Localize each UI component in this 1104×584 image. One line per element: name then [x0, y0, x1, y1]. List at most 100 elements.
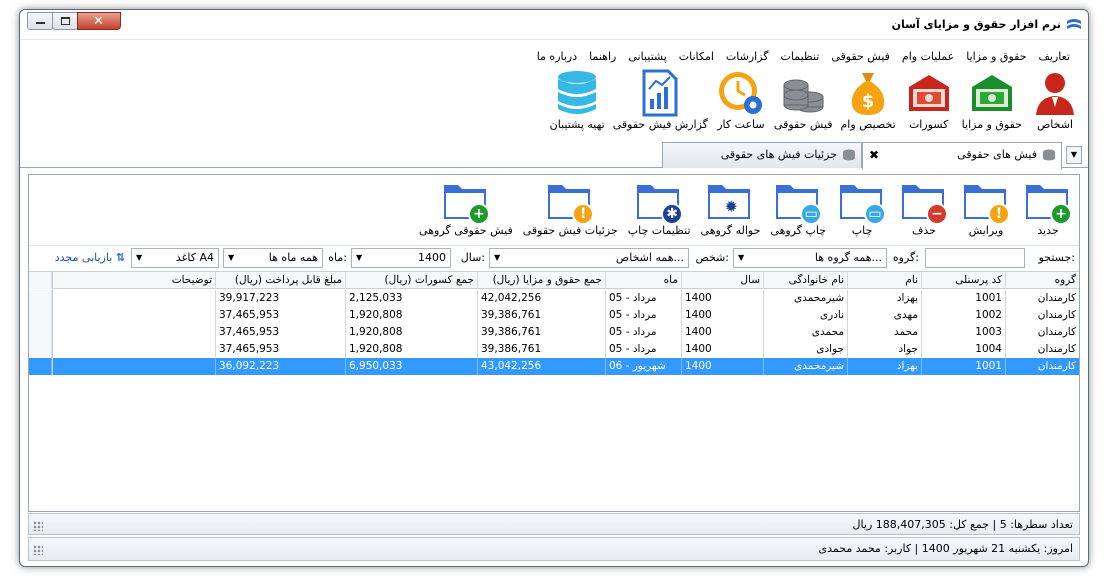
table-cell: 43,042,256 [477, 358, 605, 375]
ribbon-toolbar: اشخاص حقوق و مزایا کسورات $ تخصیص وام فی… [548, 68, 1082, 138]
menu-salary[interactable]: حقوق و مزایا [960, 48, 1032, 66]
table-cell: 05 - مرداد [605, 341, 681, 358]
row-header[interactable] [29, 358, 53, 375]
today-user-text: امروز: یکشنبه 21 شهریور 1400 | کاربر: مح… [818, 542, 1073, 555]
month-select[interactable]: ▼ همه ماه ها [223, 248, 323, 268]
close-button[interactable]: ✕ [77, 12, 121, 30]
toolbar-button-4[interactable]: ▭ چاپ گروهی [767, 179, 829, 241]
person-select[interactable]: ▼ همه اشخاص... [489, 248, 689, 268]
table-cell: 1400 [681, 358, 763, 375]
maximize-button[interactable] [52, 12, 78, 30]
menu-loan[interactable]: عملیات وام [896, 48, 960, 66]
panel-toolbar: + جدید! ویرایش − حذف ▭ چاپ ▭ چاپ گروهی ✹ حواله گرو… [416, 179, 1077, 241]
warning-icon: ! [988, 203, 1010, 225]
table-cell: 37,465,953 [215, 341, 345, 358]
column-header[interactable]: توضیحات [51, 272, 215, 289]
ribbon-loan-button[interactable]: $ تخصیص وام [839, 68, 898, 138]
table-cell: 06 - شهریور [605, 358, 681, 375]
column-header[interactable]: جمع حقوق و مزایا (ریال) [477, 272, 605, 289]
toolbar-button-label: چاپ [851, 224, 873, 237]
ribbon-deductions-button[interactable]: کسورات [902, 68, 956, 138]
table-cell: 36,092,223 [215, 358, 345, 375]
row-header[interactable] [29, 341, 53, 358]
toolbar-button-3[interactable]: ▭ چاپ [833, 179, 891, 241]
ribbon-salary-label: حقوق و مزایا [961, 118, 1022, 131]
column-header[interactable]: کد پرسنلی [921, 272, 1005, 289]
row-header[interactable] [29, 324, 53, 341]
table-cell: 05 - مرداد [605, 290, 681, 307]
column-header[interactable]: سال [681, 272, 763, 289]
toolbar-button-0[interactable]: + جدید [1019, 179, 1077, 241]
column-header[interactable]: نام خانوادگی [763, 272, 847, 289]
menu-reports[interactable]: گزارشات [720, 48, 775, 66]
person-icon [1036, 73, 1074, 115]
group-select[interactable]: ▼ همه گروه ها... [733, 248, 887, 268]
ribbon-backup-button[interactable]: تهیه پشتیبان [548, 68, 607, 138]
search-input[interactable] [925, 248, 1025, 268]
table-row[interactable]: کارمندان 1004 جواد جوادی 1400 05 - مرداد 39,38… [29, 341, 1079, 358]
table-cell: 2,125,033 [345, 290, 477, 307]
table-cell: کارمندان [1005, 324, 1079, 341]
reload-button[interactable]: بازیابی مجدد ⇅ [55, 249, 125, 267]
table-cell: محمدی [763, 324, 847, 341]
ribbon-persons-label: اشخاص [1036, 118, 1074, 131]
table-cell: کارمندان [1005, 341, 1079, 358]
tab-payslips[interactable]: ✖ فیش های حقوقی [862, 142, 1062, 169]
table-row[interactable]: کارمندان 1001 بهزاد شیرمحمدی 1400 05 - مرداد 4… [29, 290, 1079, 307]
menu-about[interactable]: درباره ما [531, 48, 583, 66]
table-cell: 1400 [681, 290, 763, 307]
ribbon-payslip-button[interactable]: فیش حقوقی [772, 68, 835, 138]
table-cell: کارمندان [1005, 290, 1079, 307]
menu-support[interactable]: پشتیبانی [622, 48, 672, 66]
tab-payslip-details[interactable]: جزئیات فیش های حقوقی [662, 142, 862, 168]
toolbar-button-6[interactable]: ✱ تنظیمات چاپ [625, 179, 694, 241]
column-header[interactable]: ماه [605, 272, 681, 289]
ribbon-persons-button[interactable]: اشخاص [1028, 68, 1082, 138]
gear-icon: ✱ [661, 203, 684, 225]
window-title: نرم افزار حقوق و مزایای آسان [891, 18, 1061, 31]
table-cell: مهدی [847, 307, 921, 324]
menu-features[interactable]: امکانات [673, 48, 720, 66]
toolbar-button-2[interactable]: − حذف [895, 179, 953, 241]
toolbar-button-1[interactable]: ! ویرایش [957, 179, 1015, 241]
tabs-dropdown-button[interactable]: ▼ [1066, 146, 1082, 164]
menu-help[interactable]: راهنما [583, 48, 622, 66]
table-cell: بهزاد [847, 358, 921, 375]
row-header[interactable] [29, 290, 53, 307]
table-cell: 42,042,256 [477, 290, 605, 307]
table-cell [51, 341, 215, 358]
ribbon-report-button[interactable]: گزارش فیش حقوقی [611, 68, 710, 138]
row-header[interactable] [29, 307, 53, 324]
toolbar-button-7[interactable]: ! جزئیات فیش حقوقی [520, 179, 621, 241]
ribbon-salary-button[interactable]: حقوق و مزایا [960, 68, 1024, 138]
column-header[interactable]: جمع کسورات (ریال) [345, 272, 477, 289]
toolbar-button-8[interactable]: + فیش حقوقی گروهی [416, 179, 516, 241]
tab-close-icon[interactable]: ✖ [869, 149, 879, 161]
refresh-icon: ⇅ [115, 251, 125, 264]
column-header[interactable]: نام [847, 272, 921, 289]
toolbar-button-label: حواله گروهی [700, 224, 761, 237]
table-row[interactable]: کارمندان 1003 محمد محمدی 1400 05 - مرداد 39,38… [29, 324, 1079, 341]
column-header[interactable]: مبلغ قابل پرداخت (ریال) [215, 272, 345, 289]
menu-settings[interactable]: تنظیمات [775, 48, 826, 66]
table-cell: شیرمحمدی [763, 290, 847, 307]
table-row[interactable]: کارمندان 1001 بهزاد شیرمحمدی 1400 06 - شهریور… [29, 358, 1079, 375]
table-cell: جوادی [763, 341, 847, 358]
ribbon-worktime-button[interactable]: ساعت کار [714, 68, 768, 138]
month-label: ماه: [328, 251, 347, 264]
column-header[interactable]: گروه [1005, 272, 1079, 289]
paper-select[interactable]: ▼ کاغذ A4 [131, 248, 219, 268]
tab-payslips-label: فیش های حقوقی [957, 148, 1037, 161]
toolbar-button-5[interactable]: ✹ حواله گروهی [698, 179, 764, 241]
table-cell: 1400 [681, 307, 763, 324]
app-status-bar: امروز: یکشنبه 21 شهریور 1400 | کاربر: مح… [28, 537, 1080, 561]
coins-small-icon [843, 149, 855, 161]
database-icon [558, 71, 597, 114]
menu-definitions[interactable]: تعاریف [1033, 48, 1076, 66]
minimize-button[interactable] [27, 12, 53, 30]
table-row[interactable]: کارمندان 1002 مهدی نادری 1400 05 - مرداد 39,38… [29, 307, 1079, 324]
year-select[interactable]: ▼ 1400 [351, 248, 451, 268]
table-cell: 1,920,808 [345, 324, 477, 341]
person-label: شخص: [695, 251, 729, 264]
menu-payslip[interactable]: فیش حقوقی [825, 48, 896, 66]
